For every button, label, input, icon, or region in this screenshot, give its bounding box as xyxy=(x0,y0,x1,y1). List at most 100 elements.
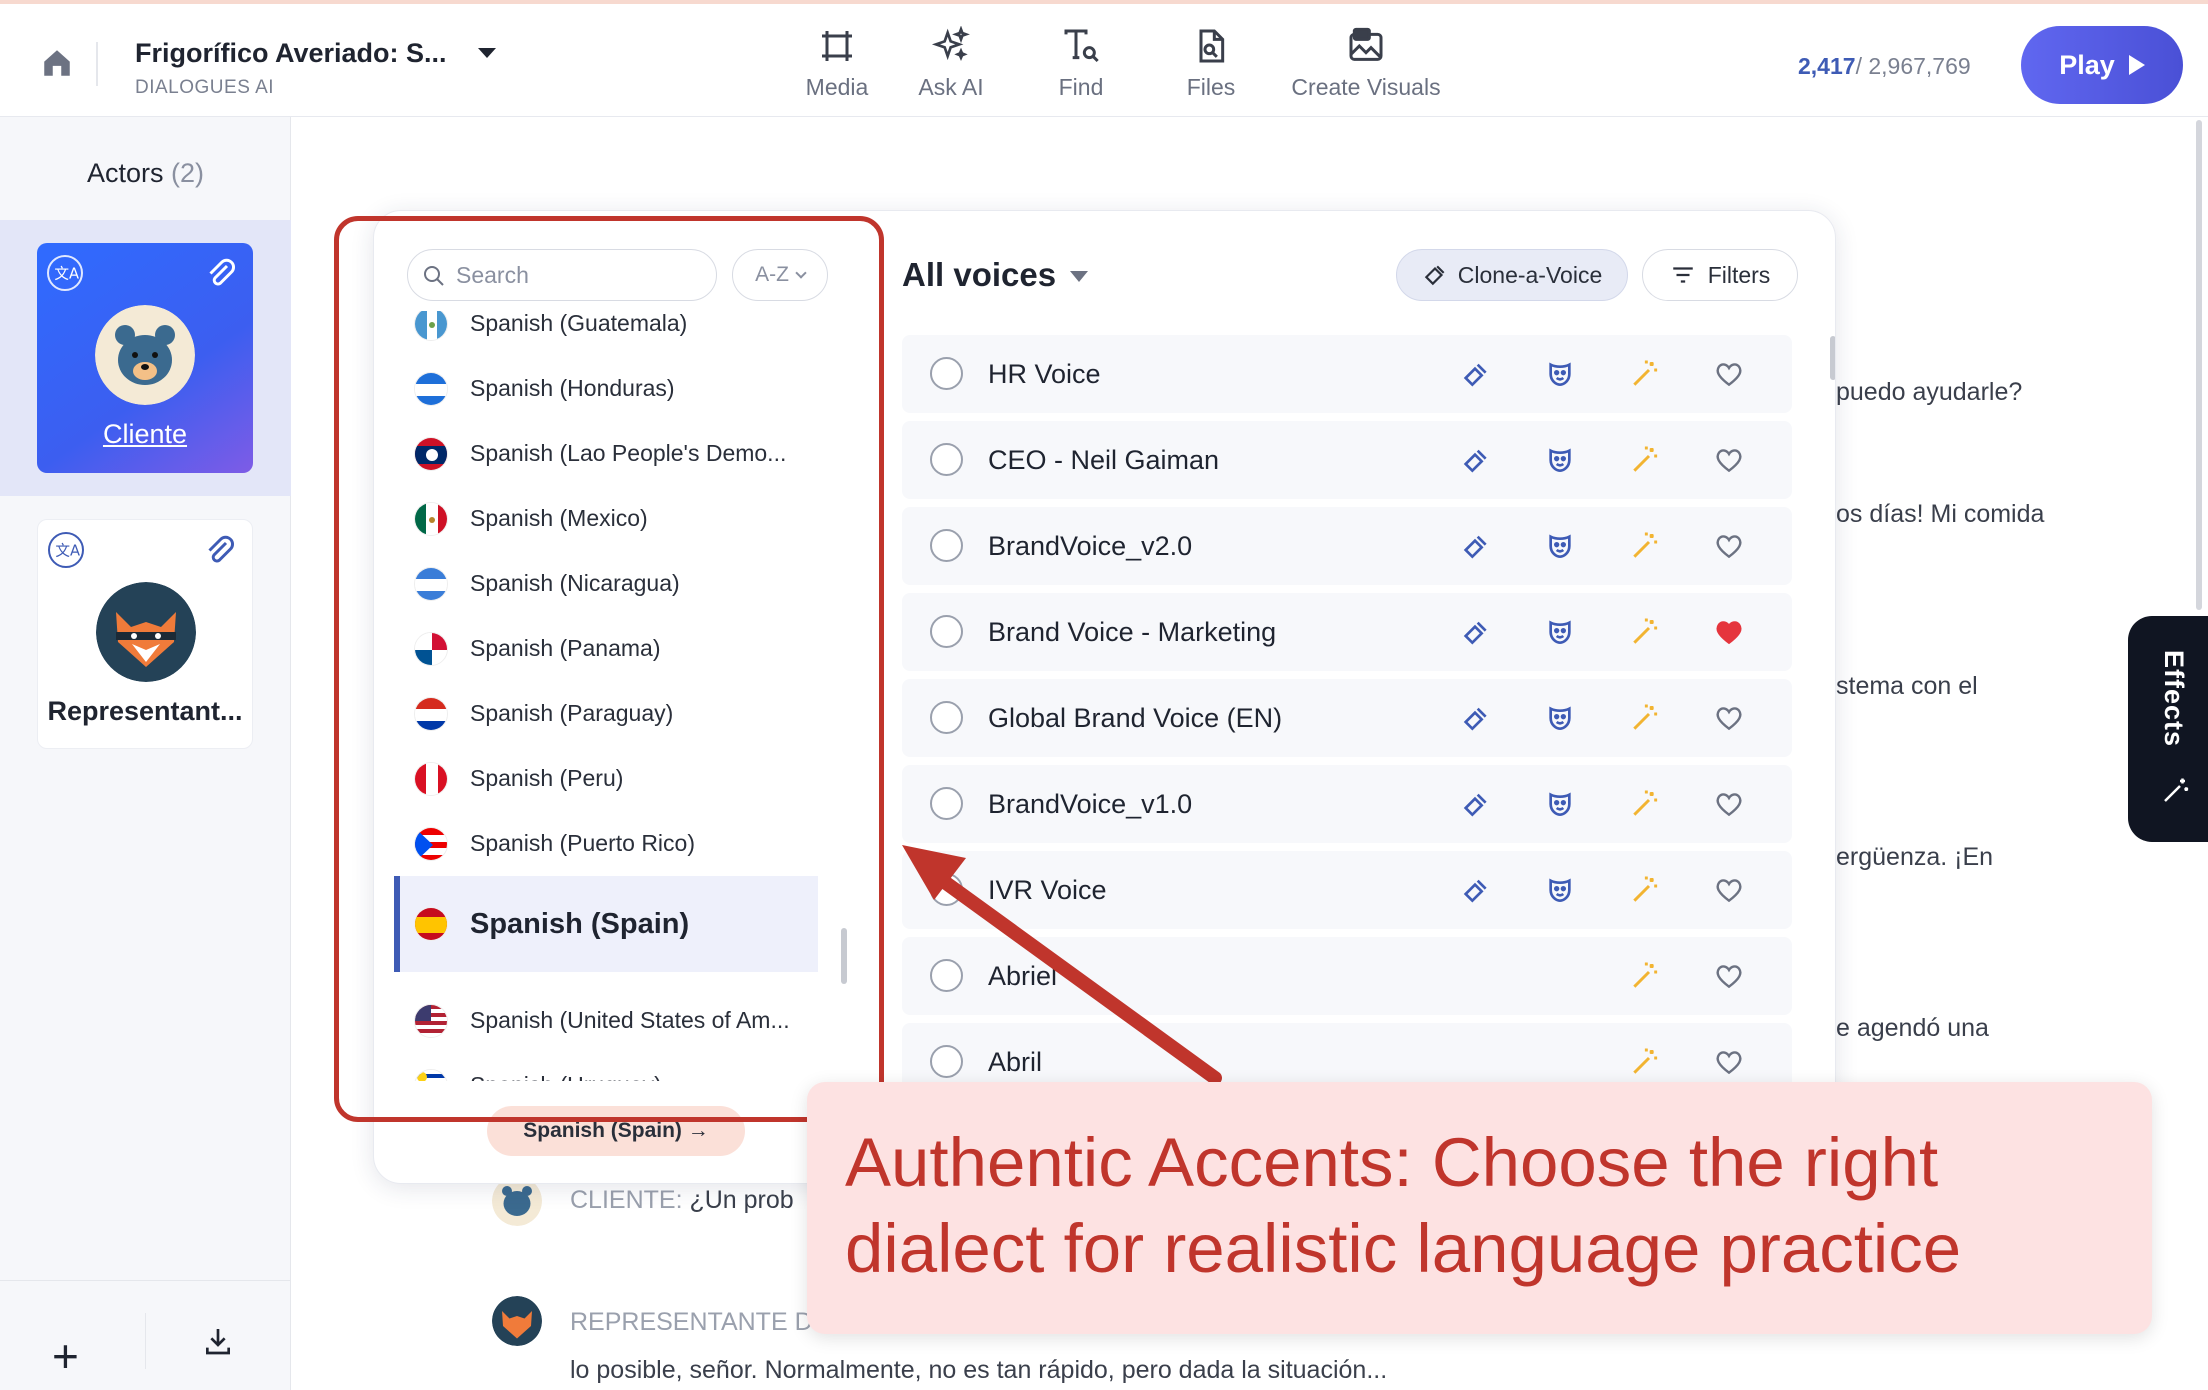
voice-radio[interactable] xyxy=(930,873,963,906)
voices-title[interactable]: All voices xyxy=(902,256,1089,294)
voice-radio[interactable] xyxy=(930,443,963,476)
image-create-icon xyxy=(1349,27,1383,61)
actor-card-cliente[interactable]: 文A Cliente xyxy=(37,243,253,473)
voice-row[interactable]: Global Brand Voice (EN) xyxy=(902,679,1792,757)
effects-label: Effects xyxy=(2159,650,2189,748)
heart-icon[interactable] xyxy=(1713,358,1745,390)
heart-filled-icon[interactable] xyxy=(1713,616,1745,648)
clone-voice-icon[interactable] xyxy=(1459,702,1491,734)
clone-voice-icon[interactable] xyxy=(1459,874,1491,906)
magic-wand-icon[interactable] xyxy=(1629,1046,1661,1078)
create-visuals-button[interactable]: Create Visuals xyxy=(1291,26,1441,106)
voice-radio[interactable] xyxy=(930,357,963,390)
heart-icon[interactable] xyxy=(1713,874,1745,906)
voice-radio[interactable] xyxy=(930,529,963,562)
voice-row[interactable]: HR Voice xyxy=(902,335,1792,413)
callout-text: Authentic Accents: Choose the right dial… xyxy=(845,1124,1962,1287)
voice-row[interactable]: CEO - Neil Gaiman xyxy=(902,421,1792,499)
highlight-box xyxy=(334,216,884,1122)
arrow-right-icon: → xyxy=(687,1119,709,1142)
emotion-mask-icon[interactable] xyxy=(1544,358,1576,390)
voice-row[interactable]: IVR Voice xyxy=(902,851,1792,929)
count-total: / 2,967,769 xyxy=(1855,53,1971,79)
heart-icon[interactable] xyxy=(1713,702,1745,734)
speaker-label: REPRESENTANTE D xyxy=(570,1308,813,1336)
voice-row[interactable]: BrandVoice_v1.0 xyxy=(902,765,1792,843)
voice-radio[interactable] xyxy=(930,787,963,820)
clone-voice-icon[interactable] xyxy=(1459,444,1491,476)
files-button[interactable]: Files xyxy=(1136,26,1286,106)
voice-name: HR Voice xyxy=(988,359,1101,389)
sidebar-footer: + xyxy=(0,1280,291,1390)
ask-ai-button[interactable]: Ask AI xyxy=(876,26,1026,106)
magic-wand-icon[interactable] xyxy=(1629,960,1661,992)
add-actor-icon[interactable]: + xyxy=(52,1333,79,1379)
magic-wand-icon[interactable] xyxy=(1629,874,1661,906)
heart-icon[interactable] xyxy=(1713,788,1745,820)
heart-icon[interactable] xyxy=(1713,960,1745,992)
emotion-mask-icon[interactable] xyxy=(1544,702,1576,734)
magic-wand-icon[interactable] xyxy=(1629,358,1661,390)
clone-voice-icon[interactable] xyxy=(1459,788,1491,820)
top-bar: Frigorífico Averiado: S... DIALOGUES AI … xyxy=(0,0,2208,117)
scrollbar[interactable] xyxy=(1830,336,1835,380)
avatar-fox xyxy=(96,582,196,682)
create-visuals-label: Create Visuals xyxy=(1291,74,1441,100)
heart-icon[interactable] xyxy=(1713,444,1745,476)
actor-name[interactable]: Representant... xyxy=(38,696,252,727)
magic-wand-icon[interactable] xyxy=(1629,530,1661,562)
voice-row[interactable]: Brand Voice - Marketing xyxy=(902,593,1792,671)
translate-icon[interactable]: 文A xyxy=(48,532,84,568)
sparkles-icon xyxy=(931,26,970,62)
voice-list: HR Voice CEO - Neil Gaiman BrandVoice_v2.0… xyxy=(902,335,1797,1183)
emotion-mask-icon[interactable] xyxy=(1544,788,1576,820)
scrollbar[interactable] xyxy=(2196,120,2202,610)
chip-label: Spanish (Spain) xyxy=(523,1119,682,1142)
voice-radio[interactable] xyxy=(930,615,963,648)
magic-wand-icon[interactable] xyxy=(1629,616,1661,648)
heart-icon[interactable] xyxy=(1713,1046,1745,1078)
home-icon[interactable] xyxy=(40,46,74,80)
clone-voice-icon[interactable] xyxy=(1459,616,1491,648)
translate-icon[interactable]: 文A xyxy=(47,255,83,291)
clone-voice-icon[interactable] xyxy=(1459,530,1491,562)
voices-title-label: All voices xyxy=(902,256,1057,293)
clone-a-voice-button[interactable]: Clone-a-Voice xyxy=(1396,249,1628,301)
voice-radio[interactable] xyxy=(930,1045,963,1078)
download-icon[interactable] xyxy=(202,1323,234,1359)
voice-radio[interactable] xyxy=(930,959,963,992)
magic-wand-icon[interactable] xyxy=(1629,444,1661,476)
play-button[interactable]: Play xyxy=(2021,26,2183,104)
paperclip-icon[interactable] xyxy=(203,257,239,293)
script-line: stema con el xyxy=(1836,672,1978,700)
heart-icon[interactable] xyxy=(1713,530,1745,562)
file-search-icon xyxy=(1199,29,1225,63)
voice-row[interactable]: Abriel xyxy=(902,937,1792,1015)
emotion-mask-icon[interactable] xyxy=(1544,616,1576,648)
find-button[interactable]: Find xyxy=(1006,26,1156,106)
emotion-mask-icon[interactable] xyxy=(1544,444,1576,476)
speaker-label: CLIENTE: xyxy=(570,1186,683,1214)
script-line: os días! Mi comida xyxy=(1836,500,2045,528)
play-icon xyxy=(2128,55,2145,75)
voice-radio[interactable] xyxy=(930,701,963,734)
effects-tab[interactable]: Effects xyxy=(2128,616,2208,842)
magic-wand-icon[interactable] xyxy=(1629,788,1661,820)
character-count: 2,417/ 2,967,769 xyxy=(1798,53,1971,80)
emotion-mask-icon[interactable] xyxy=(1544,530,1576,562)
actor-card-representante[interactable]: 文A Representant... xyxy=(37,519,253,749)
chevron-down-icon xyxy=(1070,271,1089,282)
chevron-down-icon[interactable] xyxy=(478,48,496,58)
clone-voice-icon[interactable] xyxy=(1459,358,1491,390)
voice-name: IVR Voice xyxy=(988,875,1107,905)
filters-button[interactable]: Filters xyxy=(1642,249,1798,301)
files-label: Files xyxy=(1186,74,1236,100)
magic-wand-icon[interactable] xyxy=(1629,702,1661,734)
paperclip-icon[interactable] xyxy=(202,534,238,570)
actor-name[interactable]: Cliente xyxy=(37,419,253,450)
annotation-callout: Authentic Accents: Choose the right dial… xyxy=(807,1082,2152,1334)
emotion-mask-icon[interactable] xyxy=(1544,874,1576,906)
voice-row[interactable]: BrandVoice_v2.0 xyxy=(902,507,1792,585)
project-title[interactable]: Frigorífico Averiado: S... xyxy=(135,38,447,69)
play-label: Play xyxy=(2059,49,2115,80)
